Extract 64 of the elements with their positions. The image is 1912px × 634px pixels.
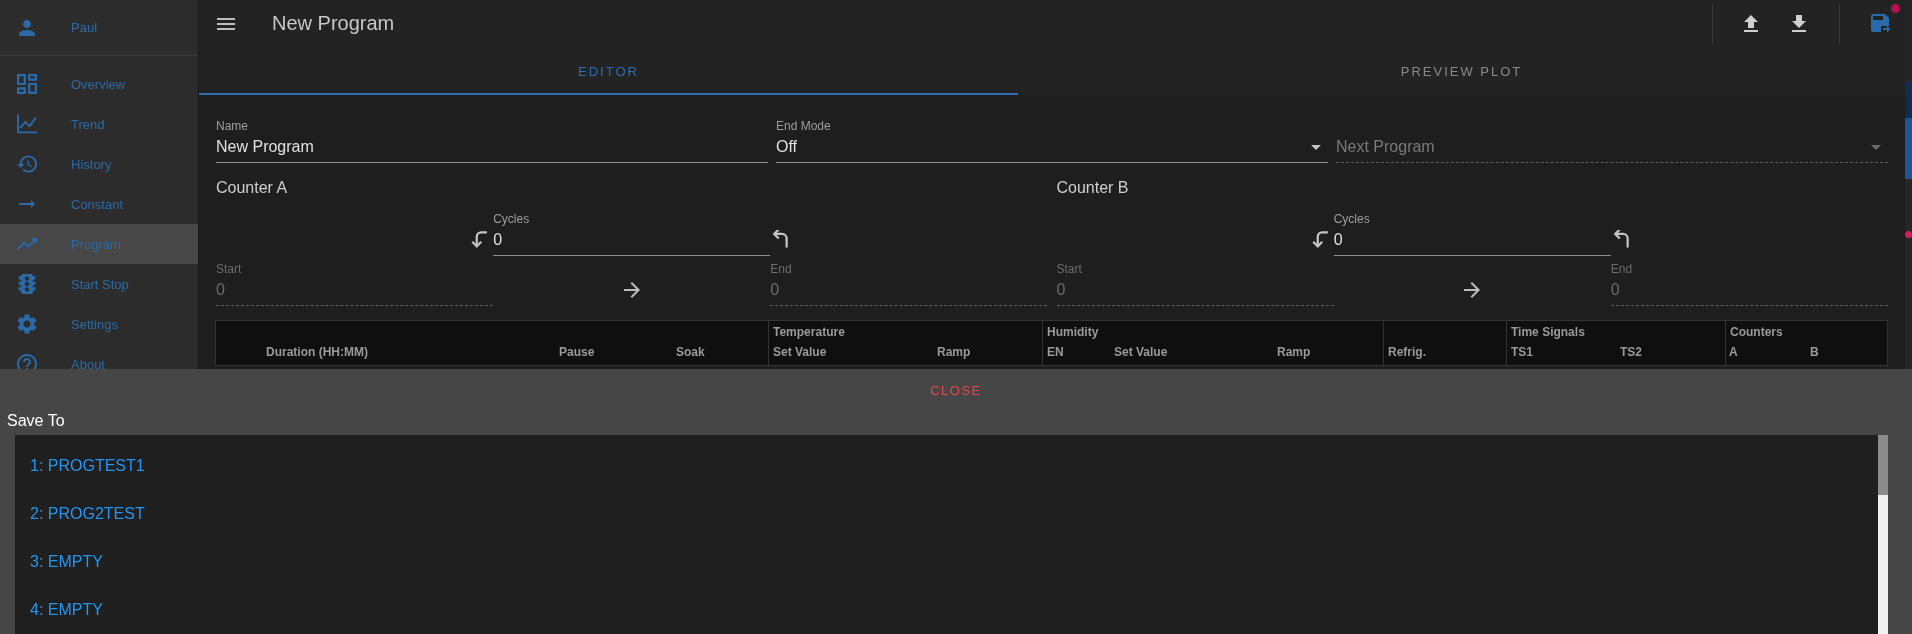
column-header: TS1 xyxy=(1511,344,1533,361)
scrollbar-thumb[interactable] xyxy=(1905,82,1912,179)
notification-dot-icon xyxy=(1891,3,1900,13)
list-item[interactable]: 1: PROGTEST1 xyxy=(15,442,1878,490)
column-header: A xyxy=(1729,344,1738,361)
upload-icon xyxy=(1744,15,1758,32)
column-header: Duration (HH:MM) xyxy=(266,344,368,361)
nav-item[interactable]: Start Stop xyxy=(0,264,198,304)
counter-title: Counter B xyxy=(1056,179,1129,197)
counter-title: Counter A xyxy=(216,179,288,197)
user-name: Paul xyxy=(71,20,98,35)
list-item[interactable]: 3: EMPTY xyxy=(15,538,1878,586)
tab[interactable]: EDITOR xyxy=(199,47,1018,95)
save-icon xyxy=(1871,13,1891,34)
column-header: TS2 xyxy=(1620,344,1642,361)
turn-down-arrow-icon xyxy=(1310,230,1329,248)
menu-icon xyxy=(217,17,235,30)
dashboard-icon xyxy=(17,74,37,94)
dropdown-caret-icon xyxy=(1871,144,1881,150)
column-group-header: Time Signals xyxy=(1511,325,1585,339)
list-item[interactable]: 2: PROG2TEST xyxy=(15,490,1878,538)
column-header: Refrig. xyxy=(1388,344,1426,361)
person-icon xyxy=(19,19,35,36)
turn-down-arrow-icon xyxy=(470,230,489,248)
arrow-right-icon xyxy=(17,200,37,208)
traffic-light-icon xyxy=(18,274,36,294)
column-header: Ramp xyxy=(1277,344,1311,361)
column-header: Set Value xyxy=(1114,344,1168,361)
column-header: Ramp xyxy=(937,344,971,361)
column-group-header: Counters xyxy=(1730,325,1783,339)
dropdown-caret-icon xyxy=(1311,144,1321,150)
column-header: Set Value xyxy=(773,344,827,361)
select-field[interactable]: End Mode Off xyxy=(776,119,1328,163)
column-header: B xyxy=(1810,344,1819,361)
column-group-header: Temperature xyxy=(773,325,845,339)
tab[interactable]: PREVIEW PLOT xyxy=(1018,47,1905,95)
download-icon xyxy=(1792,15,1806,32)
nav-item[interactable]: Settings xyxy=(0,304,198,344)
marker-dot-icon xyxy=(1905,231,1912,238)
text-field[interactable]: Name New Program xyxy=(216,119,768,163)
cycles-field[interactable]: Cycles 0 xyxy=(1333,212,1611,256)
return-arrow-icon xyxy=(772,230,791,248)
line-chart-icon xyxy=(17,114,37,134)
page-title: New Program xyxy=(272,12,395,35)
settings-icon xyxy=(17,314,37,334)
column-header: Soak xyxy=(676,344,705,361)
dialog-title: Save To xyxy=(7,412,65,430)
column-header: EN xyxy=(1047,344,1064,361)
arrow-right-icon xyxy=(1464,282,1481,298)
column-group-header: Humidity xyxy=(1047,325,1099,339)
history-icon xyxy=(17,155,37,173)
cycles-field[interactable]: Cycles 0 xyxy=(493,212,771,256)
nav-item[interactable]: Constant xyxy=(0,184,198,224)
return-arrow-icon xyxy=(1612,230,1631,248)
scrollbar-thumb[interactable] xyxy=(1878,435,1888,495)
nav-item[interactable]: Program xyxy=(0,224,198,264)
arrow-right-icon xyxy=(623,282,640,298)
nav-item[interactable]: Overview xyxy=(0,64,198,104)
close-button[interactable]: CLOSE xyxy=(914,369,998,412)
column-header: Pause xyxy=(559,344,595,361)
nav-item[interactable]: Trend xyxy=(0,104,198,144)
list-item[interactable]: 4: EMPTY xyxy=(15,586,1878,634)
nav-item[interactable]: History xyxy=(0,144,198,184)
trending-up-icon xyxy=(17,238,37,250)
